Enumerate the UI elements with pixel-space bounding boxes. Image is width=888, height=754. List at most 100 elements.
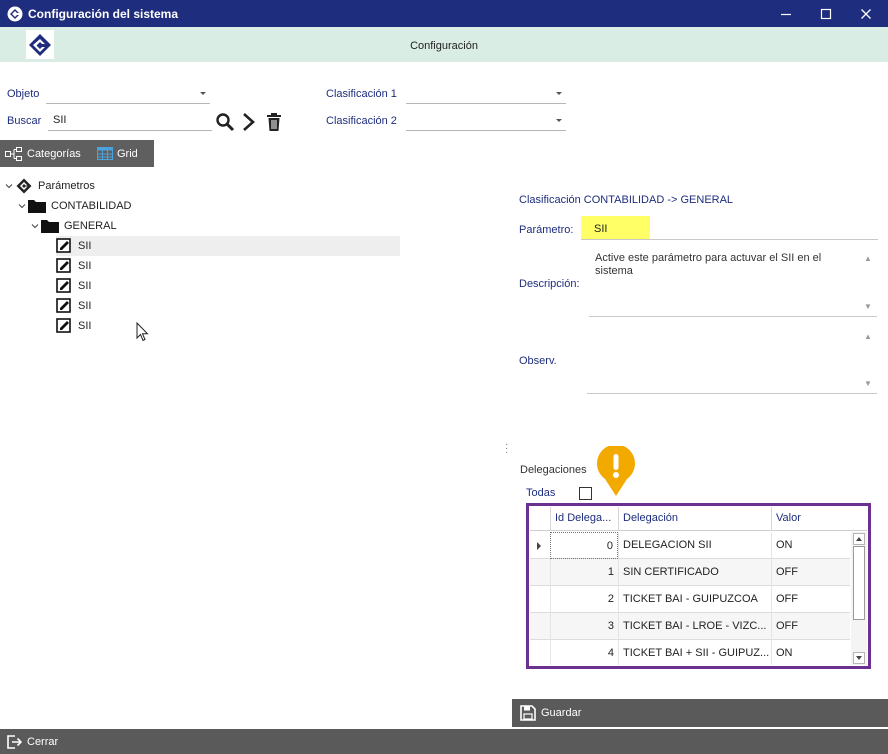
cell-valor[interactable]: ON <box>771 532 851 559</box>
delete-button[interactable] <box>263 111 285 133</box>
chevron-down-icon <box>556 92 562 95</box>
maximize-icon <box>820 8 832 19</box>
page-title: Configuración <box>410 40 478 52</box>
scroll-thumb[interactable] <box>853 546 865 620</box>
descripcion-label: Descripción: <box>519 278 580 290</box>
delegaciones-grid: Id Delega... Delegación Valor 0 DELEGACI… <box>530 507 867 665</box>
delegaciones-label: Delegaciones <box>520 464 587 476</box>
next-button[interactable] <box>237 111 259 133</box>
todas-checkbox[interactable] <box>579 487 592 500</box>
table-row[interactable]: 4 TICKET BAI + SII - GUIPUZ... ON <box>530 640 850 665</box>
scroll-up-icon[interactable]: ▲ <box>864 254 872 263</box>
tree-item[interactable]: SII <box>56 296 91 316</box>
tab-grid-label: Grid <box>117 147 138 160</box>
scroll-down-icon[interactable]: ▼ <box>864 302 872 311</box>
row-pointer-icon <box>537 542 541 550</box>
scroll-up-button[interactable] <box>853 533 865 545</box>
trash-icon <box>267 113 281 131</box>
column-header-delegacion[interactable]: Delegación <box>618 507 773 531</box>
cell-valor[interactable]: ON <box>771 640 851 665</box>
descripcion-underline <box>589 316 877 317</box>
chevron-up-icon <box>856 537 862 541</box>
cell-delegacion[interactable]: SIN CERTIFICADO <box>618 559 771 586</box>
cell-delegacion[interactable]: TICKET BAI - GUIPUZCOA <box>618 586 771 613</box>
tab-categorias-label: Categorías <box>27 147 81 160</box>
table-row[interactable]: 0 DELEGACION SII ON <box>530 532 850 559</box>
tab-grid[interactable]: Grid <box>97 140 138 167</box>
tree-item[interactable]: SII <box>56 316 91 336</box>
clasificacion1-label: Clasificación 1 <box>326 88 397 100</box>
cell-delegacion[interactable]: DELEGACION SII <box>618 532 771 559</box>
tab-categorias[interactable]: Categorías <box>5 140 81 167</box>
clasificacion2-dropdown[interactable] <box>406 111 566 131</box>
cell-id[interactable]: 4 <box>550 640 618 665</box>
grid-header: Id Delega... Delegación Valor <box>530 507 867 531</box>
close-icon <box>861 8 871 19</box>
scroll-up-icon[interactable]: ▲ <box>864 332 872 341</box>
tree-node-general[interactable]: GENERAL <box>30 216 117 236</box>
clasificacion-path: Clasificación CONTABILIDAD -> GENERAL <box>519 194 734 206</box>
window-title: Configuración del sistema <box>28 7 179 21</box>
chevron-down-icon <box>556 119 562 122</box>
cell-valor[interactable]: OFF <box>771 586 851 613</box>
tree-item-label: SII <box>78 260 92 272</box>
close-button[interactable]: Cerrar <box>0 734 58 750</box>
objeto-dropdown[interactable] <box>46 84 210 104</box>
tree-item[interactable]: SII <box>56 256 91 276</box>
view-tabs-bar: Categorías Grid <box>0 140 154 167</box>
parameter-doc-icon <box>56 238 71 253</box>
expand-arrow-icon[interactable] <box>17 201 27 211</box>
parameter-doc-icon <box>56 298 71 313</box>
scroll-down-button[interactable] <box>853 652 865 664</box>
cell-id[interactable]: 3 <box>550 613 618 640</box>
maximize-button[interactable] <box>806 0 846 27</box>
column-header-id[interactable]: Id Delega... <box>550 507 620 531</box>
table-row[interactable]: 3 TICKET BAI - LROE - VIZC... OFF <box>530 613 850 640</box>
cell-id[interactable]: 2 <box>550 586 618 613</box>
cell-delegacion[interactable]: TICKET BAI + SII - GUIPUZ... <box>618 640 771 665</box>
tree-item[interactable]: SII <box>56 276 91 296</box>
splitter-handle[interactable]: · · · <box>505 440 508 458</box>
chevron-right-icon <box>243 113 255 131</box>
folder-icon <box>28 200 46 213</box>
tree-node-root[interactable]: Parámetros <box>4 176 95 196</box>
minimize-button[interactable] <box>766 0 806 27</box>
chevron-down-icon <box>200 92 206 95</box>
table-row[interactable]: 1 SIN CERTIFICADO OFF <box>530 559 850 586</box>
exit-icon <box>7 734 22 749</box>
save-icon <box>520 705 536 721</box>
save-button[interactable]: Guardar <box>512 699 888 727</box>
tree-item-label: SII <box>78 240 92 252</box>
cell-valor[interactable]: OFF <box>771 613 851 640</box>
minimize-icon <box>781 13 791 15</box>
parameter-doc-icon <box>56 278 71 293</box>
grid-icon <box>97 147 113 160</box>
tree-root-label: Parámetros <box>38 180 95 192</box>
expand-arrow-icon[interactable] <box>30 221 40 231</box>
parameter-doc-icon <box>56 258 71 273</box>
parametro-underline <box>581 239 878 240</box>
cell-valor[interactable]: OFF <box>771 559 851 586</box>
objeto-label: Objeto <box>7 88 40 100</box>
close-window-button[interactable] <box>846 0 886 27</box>
grid-scrollbar[interactable] <box>851 532 867 665</box>
descripcion-textarea[interactable]: Active este parámetro para actuvar el SI… <box>595 252 860 278</box>
clasificacion1-dropdown[interactable] <box>406 84 566 104</box>
parametro-value: SII <box>581 216 650 240</box>
mouse-cursor-icon <box>136 322 149 342</box>
observ-textarea[interactable] <box>589 322 859 392</box>
scroll-down-icon[interactable]: ▼ <box>864 379 872 388</box>
cell-id[interactable]: 0 <box>550 532 618 559</box>
cell-delegacion[interactable]: TICKET BAI - LROE - VIZC... <box>618 613 771 640</box>
expand-arrow-icon[interactable] <box>4 181 14 191</box>
warning-pin-icon <box>597 446 635 496</box>
table-row[interactable]: 2 TICKET BAI - GUIPUZCOA OFF <box>530 586 850 613</box>
column-header-valor[interactable]: Valor <box>771 507 851 531</box>
tree-item-label: SII <box>78 300 92 312</box>
folder-icon <box>41 220 59 233</box>
tree-node-contabilidad[interactable]: CONTABILIDAD <box>17 196 131 216</box>
cell-id[interactable]: 1 <box>550 559 618 586</box>
buscar-input[interactable]: SII <box>48 111 212 131</box>
search-button[interactable] <box>214 111 236 133</box>
tree-item[interactable]: SII <box>56 236 400 256</box>
